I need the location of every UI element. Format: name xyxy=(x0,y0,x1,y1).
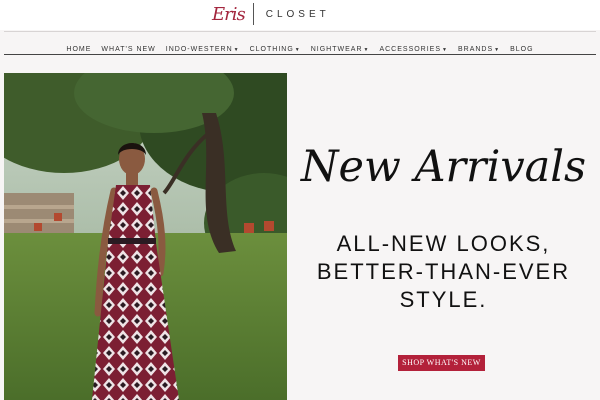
nav-item-label: CLOTHING xyxy=(249,46,294,53)
nav-divider xyxy=(4,54,596,55)
site-header: Eris CLOSET xyxy=(0,0,600,30)
hero-subtitle-line: BETTER-THAN-EVER xyxy=(316,259,571,284)
nav-item-blog[interactable]: BLOG xyxy=(510,46,533,53)
logo-script: Eris xyxy=(212,3,246,25)
caret-down-icon: ▼ xyxy=(494,47,501,53)
header-divider xyxy=(4,31,596,32)
hero-image xyxy=(4,73,287,400)
nav-item-label: BRANDS xyxy=(457,46,494,53)
nav-item-nightwear[interactable]: NIGHTWEAR▼ xyxy=(311,46,370,53)
nav-item-indo-western[interactable]: INDO-WESTERN▼ xyxy=(166,46,240,53)
hero-subtitle: ALL-NEW LOOKS, BETTER-THAN-EVER STYLE. xyxy=(287,230,600,314)
nav-item-brands[interactable]: BRANDS▼ xyxy=(458,46,500,53)
hero-subtitle-line: ALL-NEW LOOKS, xyxy=(336,231,551,256)
caret-down-icon: ▼ xyxy=(233,47,240,53)
nav-item-label: ACCESSORIES xyxy=(379,46,442,53)
nav-item-whats-new[interactable]: WHAT'S NEW xyxy=(101,46,155,53)
nav-item-label: NIGHTWEAR xyxy=(310,46,363,53)
nav-item-home[interactable]: HOME xyxy=(66,46,91,53)
brand-logo[interactable]: Eris CLOSET xyxy=(212,2,330,26)
hero-photo-illustration xyxy=(4,73,287,400)
caret-down-icon: ▼ xyxy=(442,47,448,53)
nav-item-accessories[interactable]: ACCESSORIES▼ xyxy=(379,46,448,53)
hero-subtitle-line: STYLE. xyxy=(399,287,488,312)
shop-whats-new-button[interactable]: SHOP WHAT'S NEW xyxy=(398,355,485,371)
nav-item-label: WHAT'S NEW xyxy=(101,46,156,53)
caret-down-icon: ▼ xyxy=(363,47,370,53)
nav-item-label: HOME xyxy=(66,46,92,53)
nav-item-label: BLOG xyxy=(510,46,534,53)
logo-wordmark: CLOSET xyxy=(265,8,330,20)
nav-item-clothing[interactable]: CLOTHING▼ xyxy=(250,46,301,53)
caret-down-icon: ▼ xyxy=(294,47,301,53)
nav-item-label: INDO-WESTERN xyxy=(165,46,233,53)
hero-title: New Arrivals xyxy=(300,142,587,192)
logo-divider xyxy=(252,3,254,25)
